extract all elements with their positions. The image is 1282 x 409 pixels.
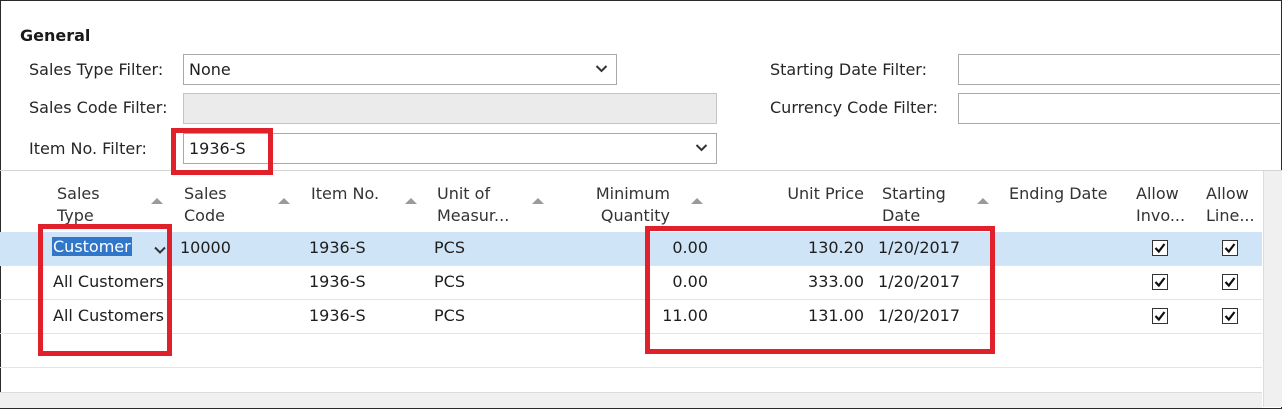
horizontal-scrollbar[interactable] xyxy=(0,392,1262,408)
column-header-starting-date[interactable]: Starting Date xyxy=(882,183,946,227)
column-header-minimum-quantity[interactable]: Minimum Quantity xyxy=(560,183,670,227)
column-header-allow-line-line1: Allow xyxy=(1206,184,1249,203)
allow-line-disc-checkbox[interactable] xyxy=(1222,240,1238,256)
allow-invoice-disc-checkbox[interactable] xyxy=(1152,240,1168,256)
column-header-uom-line2: Measur... xyxy=(437,206,510,225)
column-header-ending-date[interactable]: Ending Date xyxy=(1009,183,1107,205)
column-header-unit-price-line1: Unit Price xyxy=(787,184,864,203)
sort-arrow-icon[interactable] xyxy=(150,197,164,205)
column-header-unit-price[interactable]: Unit Price xyxy=(740,183,864,205)
column-header-starting-date-line2: Date xyxy=(882,206,921,225)
highlight-sales-type-column xyxy=(38,224,172,356)
column-header-allow-line-line2: Line... xyxy=(1206,206,1255,225)
column-header-uom-line1: Unit of xyxy=(437,184,491,203)
currency-code-filter-label: Currency Code Filter: xyxy=(770,98,938,117)
column-header-allow-line-disc[interactable]: Allow Line... xyxy=(1206,183,1255,227)
highlight-item-no-filter xyxy=(171,128,273,175)
column-header-sales-code[interactable]: Sales Code xyxy=(184,183,227,227)
column-header-ending-date-line1: Ending Date xyxy=(1009,184,1108,203)
checkmark-icon xyxy=(1224,277,1236,288)
chevron-down-icon xyxy=(595,65,608,73)
sort-arrow-icon[interactable] xyxy=(277,197,291,205)
column-header-item-no-line1: Item No. xyxy=(311,184,380,203)
allow-invoice-disc-checkbox[interactable] xyxy=(1152,274,1168,290)
highlight-qty-price-date xyxy=(645,226,995,354)
column-header-sales-code-line1: Sales xyxy=(184,184,227,203)
allow-invoice-disc-checkbox[interactable] xyxy=(1152,308,1168,324)
vertical-scrollbar[interactable] xyxy=(1263,171,1282,407)
column-header-min-qty-line1: Minimum xyxy=(595,184,670,203)
checkmark-icon xyxy=(1154,277,1166,288)
checkmark-icon xyxy=(1224,243,1236,254)
sales-code-filter-input[interactable] xyxy=(183,93,717,124)
allow-line-disc-checkbox[interactable] xyxy=(1222,308,1238,324)
cell-item-no[interactable]: 1936-S xyxy=(309,272,366,291)
cell-uom[interactable]: PCS xyxy=(434,238,465,257)
cell-item-no[interactable]: 1936-S xyxy=(309,238,366,257)
cell-sales-code[interactable]: 10000 xyxy=(180,238,231,257)
column-header-starting-date-line1: Starting xyxy=(882,184,946,203)
starting-date-filter-label: Starting Date Filter: xyxy=(770,60,927,79)
table-row[interactable]: Customer 10000 1936-S PCS 0.00 130.20 1/… xyxy=(0,232,1262,266)
column-header-allow-inv-line1: Allow xyxy=(1136,184,1179,203)
cell-uom[interactable]: PCS xyxy=(434,272,465,291)
column-header-unit-of-measure[interactable]: Unit of Measur... xyxy=(437,183,509,227)
currency-code-filter-input[interactable] xyxy=(958,93,1280,124)
section-title-general: General xyxy=(20,26,91,45)
sales-type-filter-value: None xyxy=(189,60,231,79)
column-header-sales-code-line2: Code xyxy=(184,206,225,225)
table-row[interactable]: All Customers 1936-S PCS 11.00 131.00 1/… xyxy=(0,300,1262,334)
cell-uom[interactable]: PCS xyxy=(434,306,465,325)
checkmark-icon xyxy=(1154,243,1166,254)
cell-item-no[interactable]: 1936-S xyxy=(309,306,366,325)
column-header-sales-type[interactable]: Sales Type xyxy=(57,183,100,227)
sales-code-filter-label: Sales Code Filter: xyxy=(29,98,168,117)
item-no-filter-label: Item No. Filter: xyxy=(29,139,147,158)
table-row-empty[interactable] xyxy=(0,334,1262,368)
sort-arrow-icon[interactable] xyxy=(531,197,545,205)
allow-line-disc-checkbox[interactable] xyxy=(1222,274,1238,290)
checkmark-icon xyxy=(1154,311,1166,322)
checkmark-icon xyxy=(1224,311,1236,322)
sort-arrow-icon[interactable] xyxy=(690,197,704,205)
column-header-allow-invoice-disc[interactable]: Allow Invo... xyxy=(1136,183,1185,227)
column-header-item-no[interactable]: Item No. xyxy=(311,183,379,205)
table-row[interactable]: All Customers 1936-S PCS 0.00 333.00 1/2… xyxy=(0,266,1262,300)
starting-date-filter-input[interactable] xyxy=(958,54,1280,85)
sales-type-filter-dropdown[interactable]: None xyxy=(183,54,617,85)
column-header-allow-inv-line2: Invo... xyxy=(1136,206,1186,225)
column-header-min-qty-line2: Quantity xyxy=(600,206,670,225)
column-header-sales-type-line1: Sales xyxy=(57,184,100,203)
sales-type-filter-label: Sales Type Filter: xyxy=(29,60,164,79)
sort-arrow-icon[interactable] xyxy=(976,197,990,205)
chevron-down-icon xyxy=(695,144,708,152)
sort-arrow-icon[interactable] xyxy=(404,197,418,205)
